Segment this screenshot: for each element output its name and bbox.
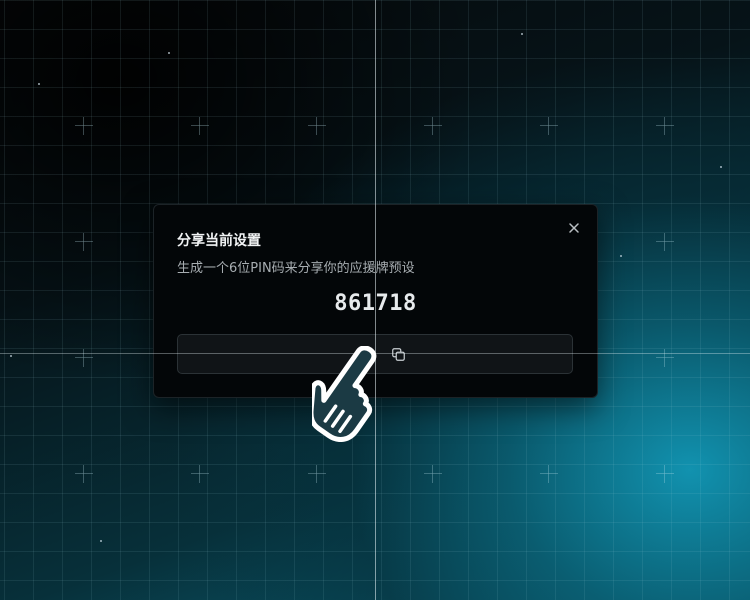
grid-marker (191, 117, 209, 135)
grid-marker (540, 117, 558, 135)
grid-marker (656, 465, 674, 483)
star-dot (620, 255, 622, 257)
star-dot (521, 33, 523, 35)
star-dot (168, 52, 170, 54)
grid-marker (75, 233, 93, 251)
close-icon (565, 219, 583, 237)
grid-marker (308, 465, 326, 483)
crosshair-vertical-line (375, 0, 376, 600)
close-button[interactable] (565, 219, 583, 237)
copy-icon (392, 348, 405, 361)
pointing-hand-cursor-icon (312, 346, 392, 442)
grid-marker (75, 349, 93, 367)
grid-marker (656, 117, 674, 135)
dialog-description: 生成一个6位PIN码来分享你的应援牌预设 (177, 261, 415, 276)
star-dot (38, 83, 40, 85)
grid-marker (540, 465, 558, 483)
grid-marker (656, 233, 674, 251)
grid-marker (656, 349, 674, 367)
grid-marker (424, 117, 442, 135)
star-dot (100, 540, 102, 542)
grid-marker (424, 465, 442, 483)
grid-marker (191, 465, 209, 483)
dialog-title: 分享当前设置 (177, 233, 261, 249)
grid-marker (308, 117, 326, 135)
grid-marker (75, 117, 93, 135)
grid-marker (75, 465, 93, 483)
star-dot (720, 166, 722, 168)
star-dot (10, 355, 12, 357)
